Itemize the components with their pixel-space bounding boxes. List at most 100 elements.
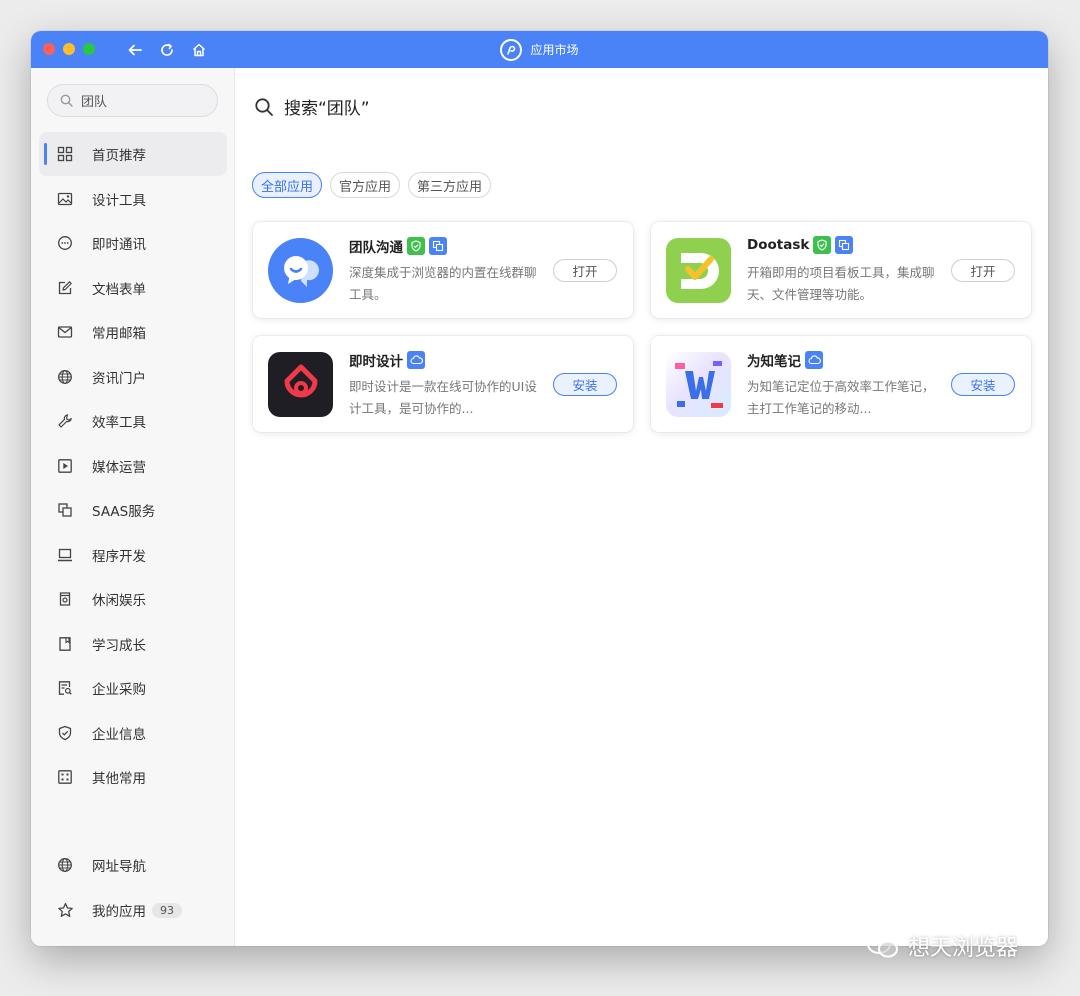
sidebar-item-documents[interactable]: 文档表单 (39, 266, 227, 310)
mail-icon (56, 323, 74, 341)
sidebar-item-label: 企业采购 (92, 682, 146, 698)
app-name-text: 为知笔记 (747, 354, 801, 370)
refresh-button[interactable] (157, 40, 177, 60)
shield-badge-icon (813, 236, 832, 254)
back-icon (128, 44, 142, 56)
cup-icon (56, 590, 74, 608)
sidebar-item-label: 常用邮箱 (92, 326, 146, 342)
app-card[interactable]: 为知笔记 为知笔记定位于高效率工作笔记，主打工作笔记的移动... 安装 (651, 336, 1031, 432)
sidebar-item-procurement[interactable]: 企业采购 (39, 666, 227, 710)
app-name: Dootask (747, 236, 854, 254)
sidebar-item-design-tools[interactable]: 设计工具 (39, 177, 227, 221)
sidebar-item-label: 其他常用 (92, 771, 146, 787)
app-description: 即时设计是一款在线可协作的UI设计工具，是可协作的... (349, 379, 537, 416)
app-market-window: 应用市场 首页推荐 设计工具 即时通讯 文 (31, 31, 1048, 946)
app-description: 开箱即用的项目看板工具，集成聊天、文件管理等功能。 (747, 265, 935, 302)
filter-official-apps[interactable]: 官方应用 (330, 172, 401, 198)
sidebar-item-development[interactable]: 程序开发 (39, 533, 227, 577)
sidebar-item-other[interactable]: 其他常用 (39, 755, 227, 799)
app-name-text: 即时设计 (349, 354, 403, 370)
apps-icon (56, 768, 74, 786)
sidebar-item-saas[interactable]: SAAS服务 (39, 488, 227, 532)
sidebar-item-label: 我的应用 (92, 904, 146, 920)
sidebar-item-label: 文档表单 (92, 282, 146, 298)
back-button[interactable] (125, 40, 145, 60)
sidebar-item-label: 效率工具 (92, 415, 146, 431)
sidebar-item-instant-messaging[interactable]: 即时通讯 (39, 221, 227, 265)
cloud-badge-icon (407, 351, 425, 369)
sidebar-item-productivity[interactable]: 效率工具 (39, 399, 227, 443)
search-input[interactable] (81, 93, 191, 108)
title-bar: 应用市场 (31, 31, 1048, 68)
wiz-note-app-icon (666, 352, 731, 417)
install-button[interactable]: 安装 (951, 373, 1015, 396)
sidebar-item-enterprise-info[interactable]: 企业信息 (39, 711, 227, 755)
sidebar-item-mail[interactable]: 常用邮箱 (39, 310, 227, 354)
sidebar-item-label: 资讯门户 (92, 371, 146, 387)
window-title: 应用市场 (31, 31, 1048, 68)
sidebar-item-label: 首页推荐 (92, 148, 146, 164)
sidebar-item-url-navigation[interactable]: 网址导航 (39, 843, 227, 887)
app-market-logo-icon (500, 38, 523, 61)
app-card[interactable]: Dootask 开箱即用的项目看板工具，集成聊天、文件管理等功能。 打开 (651, 222, 1031, 318)
sidebar-item-label: 休闲娱乐 (92, 593, 146, 609)
watermark-text: 想天浏览器 (908, 936, 1019, 961)
grid-icon (56, 145, 74, 163)
app-card[interactable]: 即时设计 即时设计是一款在线可协作的UI设计工具，是可协作的... 安装 (253, 336, 633, 432)
cloud-badge-icon (805, 351, 823, 369)
star-icon (56, 901, 74, 919)
book-icon (56, 635, 74, 653)
search-icon (60, 94, 73, 107)
my-apps-count-badge: 93 (152, 902, 182, 918)
globe-icon (56, 856, 74, 874)
window-title-text: 应用市场 (530, 43, 579, 57)
app-name-text: 团队沟通 (349, 240, 403, 256)
sidebar-item-label: 程序开发 (92, 549, 146, 565)
search-results-heading: 搜索“团队” (254, 94, 370, 119)
app-name: 为知笔记 (747, 350, 823, 370)
wrench-icon (56, 412, 74, 430)
install-button[interactable]: 安装 (553, 373, 617, 396)
dootask-app-icon (666, 238, 731, 303)
watermark: 想天浏览器 (866, 930, 1018, 962)
chat-bubble-icon (56, 234, 74, 252)
play-icon (56, 457, 74, 475)
shield-check-icon (56, 724, 74, 742)
sidebar-item-entertainment[interactable]: 休闲娱乐 (39, 577, 227, 621)
search-icon (255, 97, 273, 116)
sidebar-item-media[interactable]: 媒体运营 (39, 444, 227, 488)
main-content: 搜索“团队” 全部应用 官方应用 第三方应用 团队沟通 深度集成于浏览器的内置在… (236, 68, 1048, 946)
sidebar-item-label: 设计工具 (92, 193, 146, 209)
sidebar-item-label: 即时通讯 (92, 237, 146, 253)
sidebar-item-label: 媒体运营 (92, 460, 146, 476)
team-chat-app-icon (268, 238, 333, 303)
search-heading-text: 搜索“团队” (284, 99, 370, 119)
home-icon (192, 43, 206, 57)
sidebar-item-label: 网址导航 (92, 859, 146, 875)
edit-icon (56, 279, 74, 297)
home-button[interactable] (189, 40, 209, 60)
shield-badge-icon (407, 237, 425, 255)
app-name: 即时设计 (349, 350, 425, 370)
globe-icon (56, 368, 74, 386)
sidebar-item-my-apps[interactable]: 我的应用 93 (39, 888, 227, 932)
copy-icon (56, 501, 74, 519)
sidebar-item-learning[interactable]: 学习成长 (39, 622, 227, 666)
refresh-icon (161, 43, 173, 56)
jishi-design-app-icon (268, 352, 333, 417)
app-name: 团队沟通 (349, 236, 447, 256)
sidebar-item-home-recommend[interactable]: 首页推荐 (39, 132, 227, 176)
open-button[interactable]: 打开 (553, 259, 617, 282)
app-card[interactable]: 团队沟通 深度集成于浏览器的内置在线群聊工具。 打开 (253, 222, 633, 318)
filter-third-party-apps[interactable]: 第三方应用 (408, 172, 492, 198)
wechat-icon (867, 934, 898, 958)
open-button[interactable]: 打开 (951, 259, 1015, 282)
filter-all-apps[interactable]: 全部应用 (252, 172, 323, 198)
sidebar-item-news-portal[interactable]: 资讯门户 (39, 355, 227, 399)
filter-tabs: 全部应用 官方应用 第三方应用 (252, 172, 492, 198)
image-icon (56, 190, 74, 208)
app-description: 深度集成于浏览器的内置在线群聊工具。 (349, 265, 537, 302)
laptop-icon (56, 546, 74, 564)
receipt-search-icon (56, 679, 74, 697)
search-box[interactable] (47, 84, 218, 117)
